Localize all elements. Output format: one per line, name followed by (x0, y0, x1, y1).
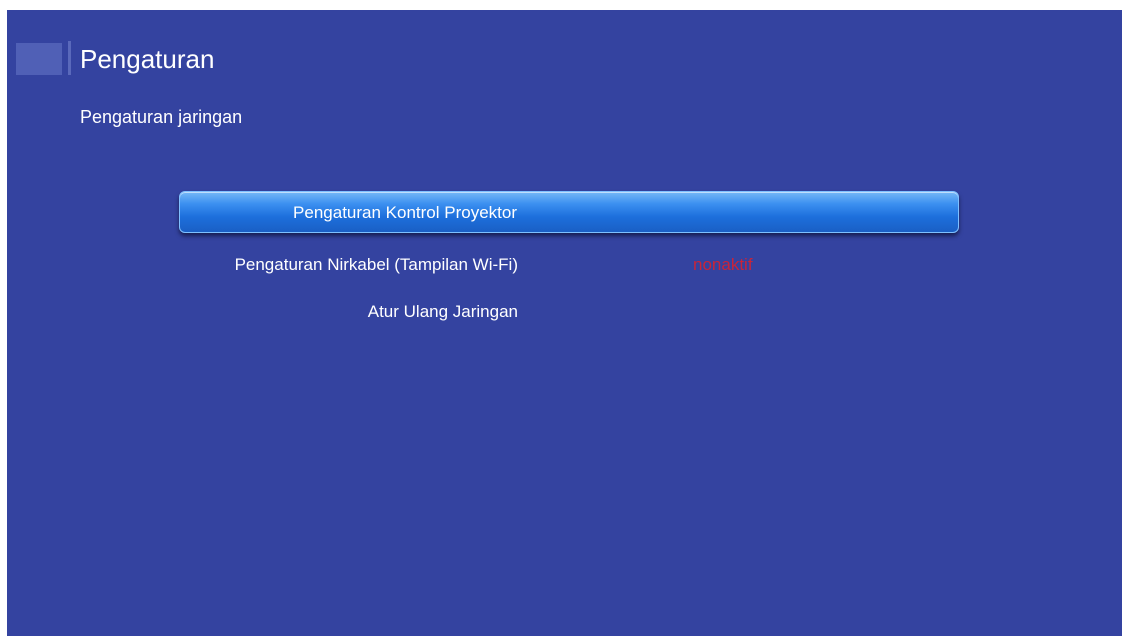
menu-item-projector-control-settings[interactable]: Pengaturan Kontrol Proyektor (179, 191, 959, 233)
menu-item-wireless-settings[interactable]: Pengaturan Nirkabel (Tampilan Wi-Fi) non… (179, 244, 959, 286)
menu-item-network-reset[interactable]: Atur Ulang Jaringan (179, 291, 959, 333)
projector-menu-screen: Pengaturan Pengaturan jaringan Pengatura… (7, 10, 1122, 636)
page-subtitle: Pengaturan jaringan (80, 107, 243, 127)
settings-category-icon (16, 43, 62, 75)
menu-item-label: Atur Ulang Jaringan (367, 302, 518, 321)
menu-item-value: nonaktif (693, 255, 753, 274)
menu-item-label: Pengaturan Kontrol Proyektor (293, 203, 517, 222)
page-title: Pengaturan (80, 44, 215, 74)
menu-item-label: Pengaturan Nirkabel (Tampilan Wi-Fi) (234, 255, 518, 274)
header-divider (68, 41, 71, 75)
